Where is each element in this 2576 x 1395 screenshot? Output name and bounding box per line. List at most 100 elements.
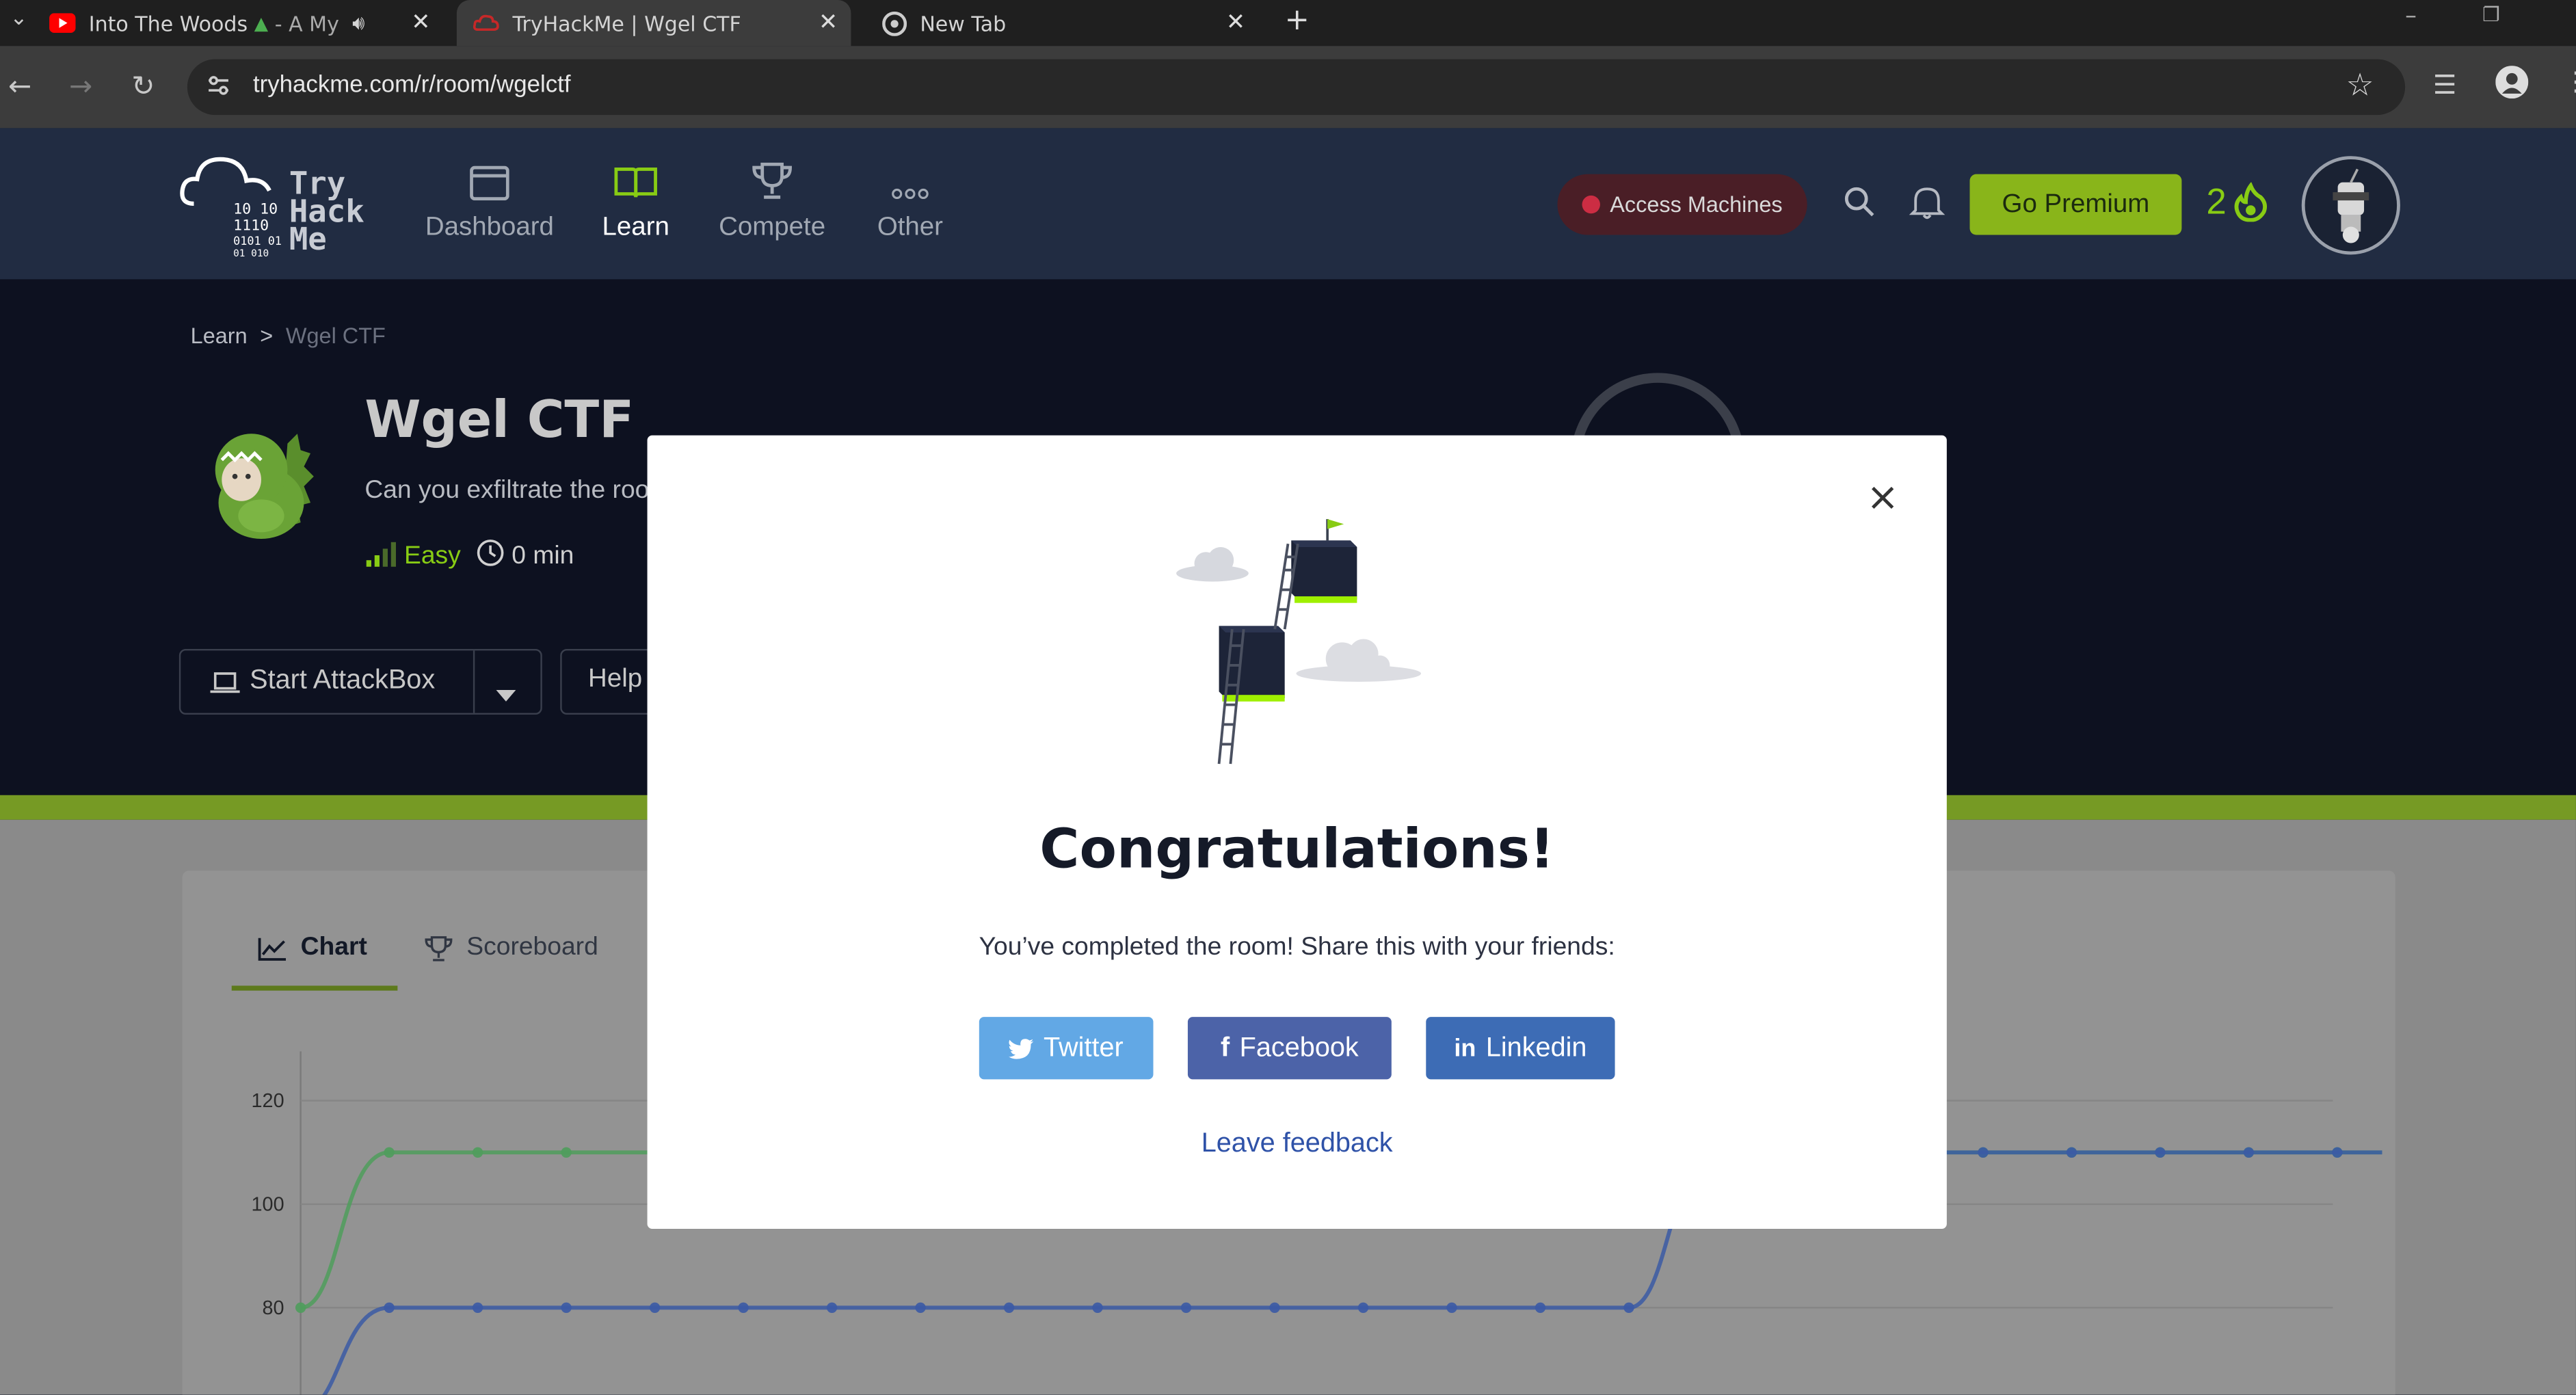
status-dot-icon (1582, 195, 1600, 214)
site-settings-icon[interactable] (205, 72, 231, 105)
browser-tabstrip: ⌄ Into The Woods ▲ - A My 🔊︎ ✕ TryHackMe… (0, 0, 2576, 46)
share-label: Facebook (1239, 1032, 1359, 1063)
forward-icon[interactable]: → (69, 70, 92, 103)
book-icon (560, 151, 711, 200)
avatar[interactable] (2301, 156, 2400, 255)
tree-icon: ▲ (254, 12, 269, 34)
data-point (1092, 1302, 1103, 1313)
search-icon[interactable] (1843, 185, 1874, 223)
nav-learn[interactable]: Learn (560, 151, 711, 243)
y-tick-label: 100 (252, 1194, 284, 1216)
tab-chart[interactable]: Chart (258, 933, 367, 963)
nav-other[interactable]: Other (834, 151, 985, 243)
data-point (1623, 1302, 1634, 1313)
data-point (1446, 1302, 1457, 1313)
back-icon[interactable]: ← (8, 70, 31, 103)
tryhackme-logo[interactable]: 10 10 1110 0101 01 01 010 Try Hack Me (177, 142, 382, 260)
data-point (561, 1302, 572, 1313)
profile-icon[interactable] (2495, 66, 2529, 105)
data-point (2066, 1147, 2077, 1158)
breadcrumb-root[interactable]: Learn (191, 323, 248, 348)
access-machines-label: Access Machines (1610, 192, 1783, 217)
logo-line: Me (289, 222, 327, 258)
duration-label: 0 min (512, 542, 574, 570)
go-premium-button[interactable]: Go Premium (1969, 174, 2182, 235)
nav-label: Compete (719, 213, 826, 242)
close-tab-icon[interactable]: ✕ (411, 10, 430, 36)
speaker-icon[interactable]: 🔊︎ (352, 11, 364, 36)
data-point (295, 1302, 306, 1313)
svg-text:10 10: 10 10 (233, 200, 278, 217)
nav-dashboard[interactable]: Dashboard (414, 151, 565, 243)
tab-search-chevron-icon[interactable]: ⌄ (10, 7, 27, 31)
tab-scoreboard[interactable]: Scoreboard (424, 933, 598, 963)
difficulty-label: Easy (403, 542, 461, 570)
cloud-logo-icon: 10 10 1110 0101 01 01 010 (180, 157, 282, 259)
logo-wordmark: Try Hack Me (289, 168, 364, 258)
laptop-icon (210, 670, 240, 702)
close-tab-icon[interactable]: ✕ (1226, 10, 1245, 36)
nav-label: Dashboard (425, 213, 554, 242)
access-machines-button[interactable]: Access Machines (1557, 174, 1807, 235)
active-tab-underline (231, 985, 398, 991)
share-facebook-button[interactable]: f Facebook (1187, 1017, 1392, 1080)
tab-title: TryHackMe | Wgel CTF (512, 10, 741, 36)
difficulty-signal-icon (364, 540, 397, 574)
robot-avatar-icon (2333, 168, 2369, 243)
reading-list-icon[interactable]: ☰ (2433, 69, 2456, 101)
data-point (826, 1302, 838, 1313)
leave-feedback-link[interactable]: Leave feedback (648, 1128, 1947, 1160)
congratulations-modal: Congratulations! You’ve completed the ro… (647, 435, 1947, 1229)
facebook-icon: f (1221, 1032, 1230, 1063)
tab-tryhackme[interactable]: TryHackMe | Wgel CTF ✕ (456, 0, 851, 46)
share-twitter-button[interactable]: Twitter (979, 1017, 1154, 1080)
svg-text:1110: 1110 (233, 217, 269, 234)
reload-icon[interactable]: ↻ (131, 70, 155, 103)
tab-youtube[interactable]: Into The Woods ▲ - A My 🔊︎ ✕ (49, 0, 444, 46)
site-header: 10 10 1110 0101 01 01 010 Try Hack Me Da… (0, 128, 2576, 280)
data-point (2243, 1147, 2255, 1158)
data-point (384, 1302, 395, 1313)
tab-title-extra: - A My (274, 10, 339, 36)
data-point (1180, 1302, 1192, 1313)
room-title: Wgel CTF (364, 390, 635, 451)
room-icon (205, 421, 320, 542)
share-label: Linkedin (1485, 1032, 1587, 1063)
tab-new[interactable]: New Tab ✕ (864, 0, 1259, 46)
data-point (472, 1147, 483, 1158)
data-point (1535, 1302, 1546, 1313)
line-chart-icon (258, 937, 287, 960)
bell-icon[interactable] (1909, 184, 1946, 226)
screen: ⌄ Into The Woods ▲ - A My 🔊︎ ✕ TryHackMe… (0, 0, 2576, 1395)
menu-icon[interactable]: ⋮ (2563, 66, 2576, 97)
close-icon[interactable] (1865, 480, 1901, 516)
data-point (2332, 1147, 2343, 1158)
dots-icon (834, 151, 985, 200)
chevron-down-icon[interactable] (496, 677, 516, 708)
data-point (561, 1147, 572, 1158)
tab-label: Chart (300, 933, 367, 961)
start-attackbox-label: Start AttackBox (250, 665, 436, 695)
cloud-icon (1176, 546, 1249, 582)
trophy-icon (697, 151, 848, 200)
nav-compete[interactable]: Compete (697, 151, 848, 243)
data-point (2155, 1147, 2166, 1158)
start-attackbox-button[interactable]: Start AttackBox (178, 648, 542, 715)
bookmark-star-icon[interactable]: ☆ (2346, 67, 2374, 103)
browser-toolbar: ← → ↻ tryhackme.com/r/room/wgelctf ☆ ☰ ⋮ (0, 46, 2576, 129)
dinosaur-icon (215, 434, 314, 539)
address-bar[interactable]: tryhackme.com/r/room/wgelctf ☆ (187, 59, 2406, 116)
new-tab-icon[interactable]: + (1285, 3, 1310, 38)
tab-title: Into The Woods (88, 10, 248, 36)
restore-icon[interactable]: ❐ (2482, 3, 2500, 27)
success-illustration (1176, 519, 1422, 765)
url-text: tryhackme.com/r/room/wgelctf (252, 72, 571, 99)
tryhackme-favicon (473, 10, 499, 36)
minimize-icon[interactable]: – (2405, 3, 2417, 29)
y-tick-label: 80 (263, 1297, 284, 1319)
share-linkedin-button[interactable]: in Linkedin (1426, 1017, 1615, 1080)
youtube-icon (49, 10, 76, 36)
close-tab-icon[interactable]: ✕ (819, 10, 838, 36)
flame-icon (2235, 182, 2268, 222)
streak-counter[interactable]: 2 (2206, 181, 2269, 223)
